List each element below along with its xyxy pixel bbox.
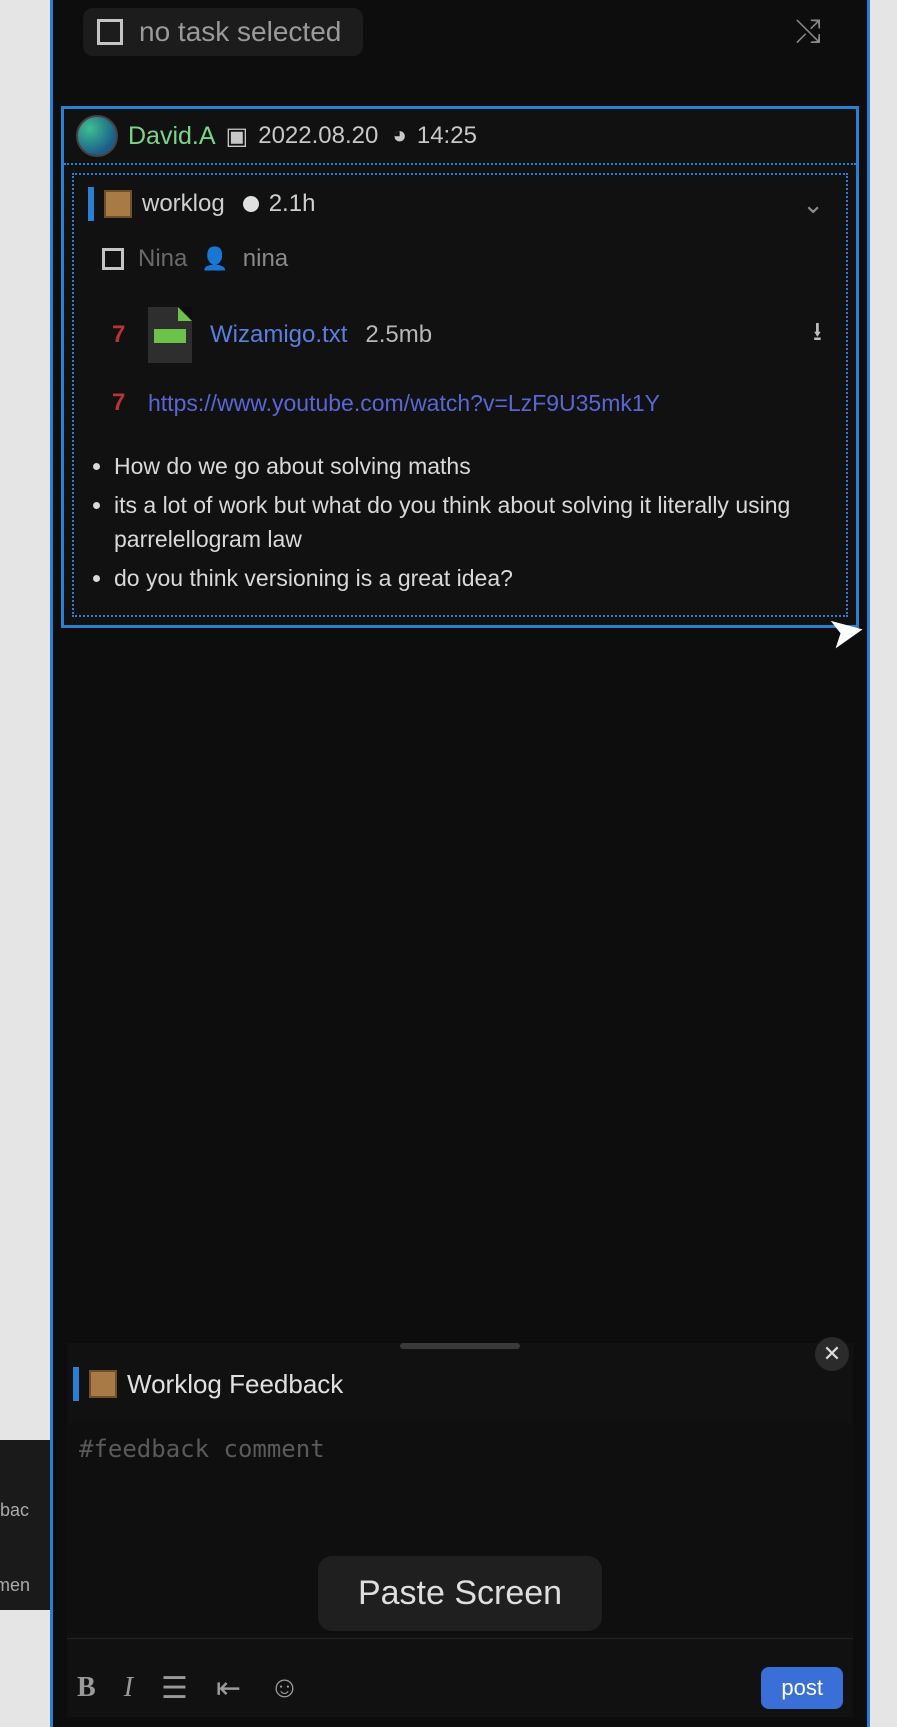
clipboard-icon <box>89 1370 117 1398</box>
paste-screen-button[interactable]: Paste Screen <box>318 1556 602 1631</box>
chevron-down-icon[interactable]: ⌄ <box>802 189 832 220</box>
attachment-size: 2.5mb <box>365 321 432 349</box>
indent-icon[interactable]: ⇤ <box>216 1671 241 1706</box>
list-icon[interactable]: ☰ <box>161 1671 188 1706</box>
bold-button[interactable]: B <box>77 1672 96 1704</box>
side-text-2: mmen <box>0 1575 30 1596</box>
italic-button[interactable]: I <box>124 1672 133 1704</box>
person-icon: 👤 <box>201 246 228 272</box>
feedback-header: Worklog Feedback <box>67 1367 853 1423</box>
attachment-row[interactable]: 7 Wizamigo.txt 2.5mb ⭳ <box>84 299 836 381</box>
calendar-icon: ▣ <box>226 122 249 151</box>
assignee-name: Nina <box>138 245 187 273</box>
feedback-title: Worklog Feedback <box>127 1369 343 1400</box>
card-header: David.A ▣ 2022.08.20 ◕ 14:25 <box>64 109 856 165</box>
side-text-1: edbac <box>0 1500 29 1521</box>
worklog-label: worklog <box>142 190 225 218</box>
close-icon[interactable]: ✕ <box>815 1337 849 1371</box>
app-frame: no task selected ⤭ David.A ▣ 2022.08.20 … <box>50 0 870 1727</box>
accent-bar <box>88 187 94 221</box>
drag-handle[interactable] <box>400 1343 520 1349</box>
attachment-index: 7 <box>112 321 130 349</box>
card-body: worklog 2.1h ⌄ Nina 👤 nina 7 Wizamigo.tx… <box>72 173 848 617</box>
worklog-row[interactable]: worklog 2.1h ⌄ <box>84 181 836 235</box>
clock-icon: ◕ <box>392 122 407 150</box>
download-icon[interactable]: ⭳ <box>813 313 822 357</box>
clipboard-icon <box>104 190 132 218</box>
checkbox-icon[interactable] <box>102 248 124 270</box>
link-url[interactable]: https://www.youtube.com/watch?v=LzF9U35m… <box>148 390 660 417</box>
avatar[interactable] <box>76 115 118 157</box>
task-selector[interactable]: no task selected <box>83 8 363 56</box>
shuffle-icon[interactable]: ⤭ <box>795 13 821 51</box>
post-date: 2022.08.20 <box>258 122 378 150</box>
post-time: 14:25 <box>417 122 477 150</box>
assignee-row[interactable]: Nina 👤 nina <box>84 235 836 299</box>
attachment-filename[interactable]: Wizamigo.txt <box>210 321 347 349</box>
dot-icon <box>243 196 259 212</box>
emoji-icon[interactable]: ☺ <box>269 1671 300 1705</box>
post-button[interactable]: post <box>761 1667 843 1709</box>
assignee-handle: nina <box>243 245 288 273</box>
list-item: its a lot of work but what do you think … <box>114 486 836 559</box>
list-item: do you think versioning is a great idea? <box>114 559 836 598</box>
worklog-duration: 2.1h <box>269 190 316 218</box>
file-icon <box>148 307 192 363</box>
task-label: no task selected <box>139 16 341 48</box>
checkbox-icon <box>97 19 123 45</box>
list-item: How do we go about solving maths <box>114 447 836 486</box>
accent-bar <box>73 1367 79 1401</box>
editor-toolbar: B I ☰ ⇤ ☺ post <box>67 1638 853 1717</box>
worklog-card[interactable]: David.A ▣ 2022.08.20 ◕ 14:25 worklog 2.1… <box>61 106 859 628</box>
side-panel: edbac mmen <box>0 1440 50 1610</box>
top-bar: no task selected ⤭ <box>53 0 867 76</box>
feedback-panel: ✕ Worklog Feedback B I ☰ ⇤ ☺ post Paste … <box>67 1343 853 1717</box>
link-row[interactable]: 7 https://www.youtube.com/watch?v=LzF9U3… <box>84 381 836 447</box>
bullet-list: How do we go about solving maths its a l… <box>84 447 836 597</box>
author-name[interactable]: David.A <box>128 122 216 151</box>
link-index: 7 <box>112 389 130 417</box>
